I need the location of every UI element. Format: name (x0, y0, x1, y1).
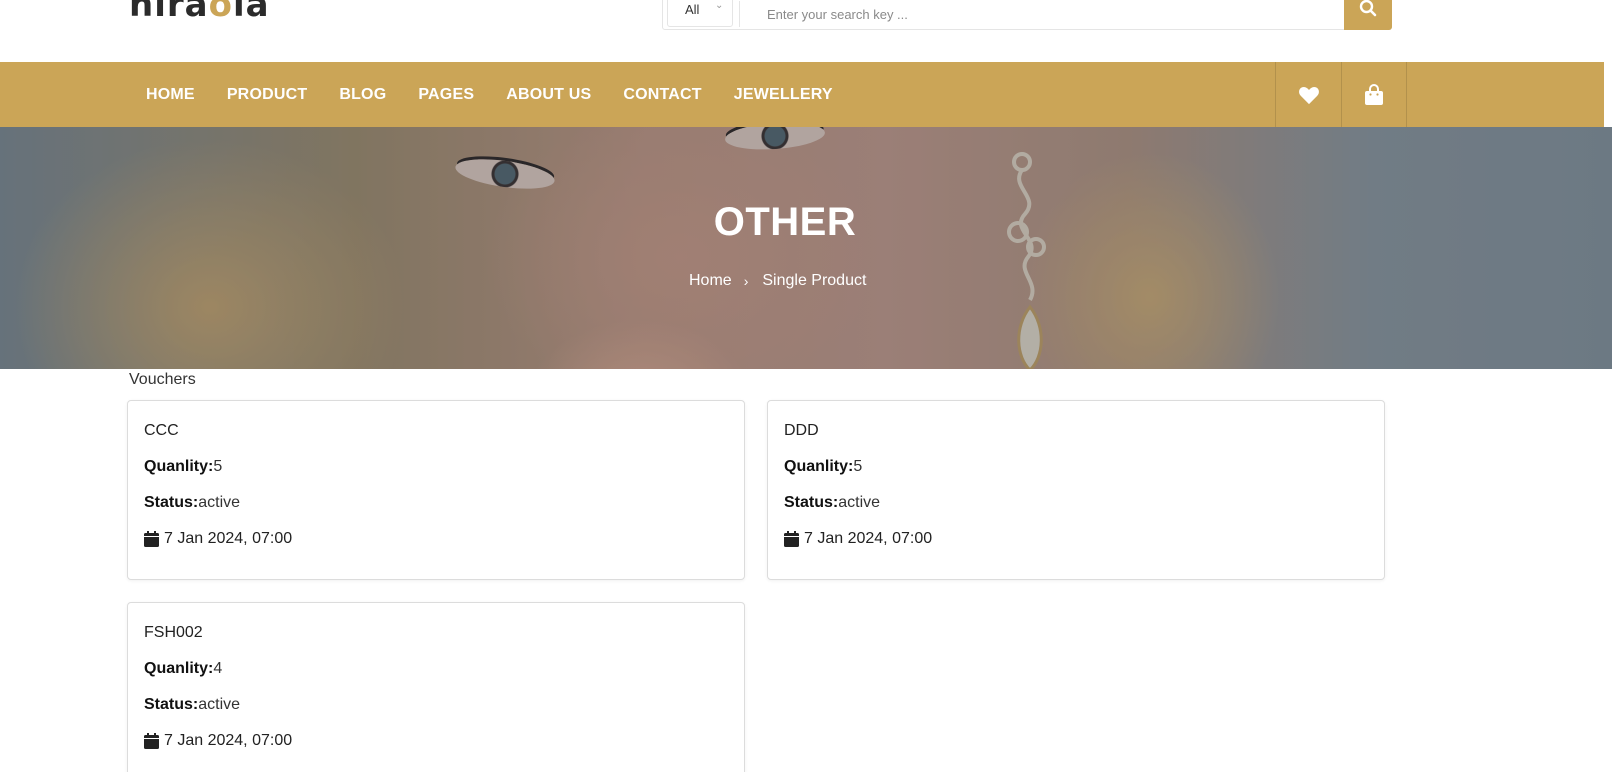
breadcrumb-separator-icon: › (743, 273, 749, 289)
calendar-icon (144, 733, 159, 749)
nav-item-product[interactable]: PRODUCT (227, 86, 308, 104)
voucher-status: Status:active (144, 493, 728, 513)
search-category-select[interactable]: All ⌄ (667, 0, 733, 27)
search-input[interactable] (739, 1, 1319, 27)
status-value: active (198, 494, 241, 511)
status-label: Status: (144, 494, 199, 511)
voucher-date: 7 Jan 2024, 07:00 (144, 529, 728, 549)
vouchers-heading: Vouchers (129, 371, 196, 388)
voucher-card[interactable]: FSH002 Quanlity:4 Status:active 7 Jan 20… (127, 602, 745, 772)
voucher-status: Status:active (784, 493, 1368, 513)
voucher-date: 7 Jan 2024, 07:00 (144, 731, 728, 751)
nav-icons (1275, 62, 1407, 127)
cart-button[interactable] (1341, 62, 1407, 127)
breadcrumb-home[interactable]: Home (689, 272, 732, 290)
hero-banner: OTHER Home › Single Product (0, 127, 1612, 369)
voucher-date-value: 7 Jan 2024, 07:00 (164, 732, 293, 749)
voucher-card[interactable]: DDD Quanlity:5 Status:active 7 Jan 2024,… (767, 400, 1385, 580)
status-value: active (838, 494, 881, 511)
voucher-date-value: 7 Jan 2024, 07:00 (804, 530, 933, 547)
nav-item-pages[interactable]: PAGES (418, 86, 474, 104)
quantity-label: Quanlity: (784, 458, 854, 475)
voucher-code: FSH002 (144, 624, 203, 641)
quantity-value: 5 (213, 458, 223, 475)
search-category-value: All (685, 2, 700, 17)
main-navbar: HOME PRODUCT BLOG PAGES ABOUT US CONTACT… (0, 62, 1604, 127)
voucher-quantity: Quanlity:5 (784, 457, 1368, 477)
search-icon (1359, 0, 1377, 17)
status-value: active (198, 696, 241, 713)
status-label: Status: (784, 494, 839, 511)
voucher-quantity: Quanlity:4 (144, 659, 728, 679)
wishlist-button[interactable] (1275, 62, 1341, 127)
site-logo[interactable]: hiraola (129, 0, 270, 22)
quantity-label: Quanlity: (144, 660, 214, 677)
voucher-quantity: Quanlity:5 (144, 457, 728, 477)
nav-item-contact[interactable]: CONTACT (623, 86, 701, 104)
nav-item-blog[interactable]: BLOG (339, 86, 386, 104)
chevron-down-icon: ⌄ (715, 0, 724, 11)
voucher-date-value: 7 Jan 2024, 07:00 (164, 530, 293, 547)
logo-text-prefix: hira (129, 0, 209, 25)
nav-menu: HOME PRODUCT BLOG PAGES ABOUT US CONTACT… (146, 62, 865, 127)
voucher-status: Status:active (144, 695, 728, 715)
shopping-bag-icon (1365, 83, 1383, 105)
hero-overlay (0, 127, 1612, 369)
nav-item-jewellery[interactable]: JEWELLERY (734, 86, 833, 104)
nav-item-about-us[interactable]: ABOUT US (506, 86, 591, 104)
search-bar: All ⌄ (662, 0, 1392, 30)
voucher-code: DDD (784, 422, 819, 439)
calendar-icon (784, 531, 799, 547)
quantity-value: 5 (853, 458, 863, 475)
voucher-code: CCC (144, 422, 179, 439)
page-title: OTHER (713, 200, 857, 244)
quantity-value: 4 (213, 660, 223, 677)
logo-text-suffix: la (232, 0, 270, 25)
search-button[interactable] (1344, 0, 1392, 30)
breadcrumb-current: Single Product (762, 272, 867, 289)
heart-icon (1298, 86, 1319, 104)
voucher-card[interactable]: CCC Quanlity:5 Status:active 7 Jan 2024,… (127, 400, 745, 580)
quantity-label: Quanlity: (144, 458, 214, 475)
top-header: hiraola All ⌄ (0, 0, 1612, 62)
voucher-date: 7 Jan 2024, 07:00 (784, 529, 1368, 549)
status-label: Status: (144, 696, 199, 713)
breadcrumb: Home › Single Product (689, 272, 866, 290)
nav-item-home[interactable]: HOME (146, 86, 195, 104)
logo-text-o: o (208, 0, 233, 25)
calendar-icon (144, 531, 159, 547)
